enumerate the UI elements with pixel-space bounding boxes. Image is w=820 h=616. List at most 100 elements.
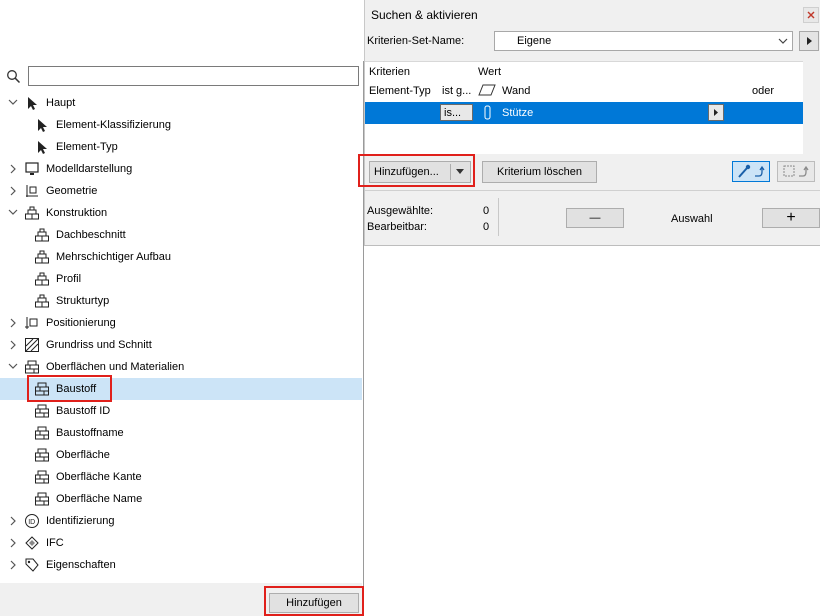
- chevron-right-icon[interactable]: [8, 158, 18, 180]
- material-icon: [35, 492, 49, 506]
- value-menu-button[interactable]: [708, 104, 724, 121]
- tree-item-label: IFC: [46, 537, 64, 549]
- tree-item[interactable]: Mehrschichtiger Aufbau: [0, 246, 362, 268]
- criteria-operator[interactable]: ist g...: [442, 85, 471, 97]
- search-input[interactable]: [28, 66, 359, 86]
- tree-item[interactable]: Grundriss und Schnitt: [0, 334, 362, 356]
- tree-item-label: Baustoff: [56, 383, 97, 395]
- tree-item[interactable]: Modelldarstellung: [0, 158, 362, 180]
- positioning-icon: [25, 317, 38, 329]
- tree-item[interactable]: Baustoffname: [0, 422, 362, 444]
- add-criteria-button[interactable]: Hinzufügen...: [369, 161, 471, 183]
- remove-from-selection-button[interactable]: —: [566, 208, 624, 228]
- tree-item-label: Identifizierung: [46, 515, 115, 527]
- tree-item[interactable]: Eigenschaften: [0, 554, 362, 576]
- selection-label: Auswahl: [671, 213, 713, 225]
- chevron-right-icon[interactable]: [8, 554, 18, 576]
- tree-item-label: Haupt: [46, 97, 76, 109]
- chevron-down-icon: [778, 38, 788, 44]
- criteria-list: Kriterien Wert Element-Typ ist g... Wand…: [365, 61, 803, 154]
- add-criteria-label: Hinzufügen...: [374, 166, 439, 178]
- column-icon: [484, 105, 491, 120]
- eyedropper-icon: [738, 164, 765, 178]
- tree-item[interactable]: Oberfläche Name: [0, 488, 362, 510]
- logic-operator[interactable]: oder: [752, 85, 774, 97]
- dropdown-arrow-icon[interactable]: [456, 169, 464, 175]
- tree-item-label: Konstruktion: [46, 207, 108, 219]
- tree-item[interactable]: Geometrie: [0, 180, 362, 202]
- cursor-icon: [38, 141, 47, 154]
- criteria-scrollbar[interactable]: [803, 61, 820, 153]
- tree-item-label: Oberfläche: [56, 449, 110, 461]
- add-to-selection-button[interactable]: +: [762, 208, 820, 228]
- vertical-divider: [498, 198, 499, 236]
- tree-item-label: Positionierung: [46, 317, 116, 329]
- material-icon: [25, 360, 39, 374]
- material-icon: [35, 426, 49, 440]
- bricks-icon: [25, 206, 39, 220]
- tree-item-label: Modelldarstellung: [46, 163, 133, 175]
- dialog-title: Suchen & aktivieren: [371, 8, 478, 22]
- tree-item[interactable]: Element-Klassifizierung: [0, 114, 362, 136]
- hatch-icon: [25, 338, 39, 352]
- wall-icon: [478, 84, 496, 96]
- tree-item-label: Eigenschaften: [46, 559, 116, 571]
- chevron-down-icon[interactable]: [8, 92, 18, 114]
- criteria-column-header: Kriterien: [369, 66, 410, 78]
- tree-item-label: Baustoff ID: [56, 405, 111, 417]
- criteria-set-menu-button[interactable]: [799, 31, 819, 51]
- criteria-value: Stütze: [502, 107, 534, 119]
- chevron-right-icon[interactable]: [8, 180, 18, 202]
- tree-item[interactable]: Positionierung: [0, 312, 362, 334]
- add-button[interactable]: Hinzufügen: [269, 593, 359, 613]
- bricks-icon: [35, 294, 49, 308]
- value-column-header: Wert: [478, 66, 502, 78]
- tree-item[interactable]: Konstruktion: [0, 202, 362, 224]
- tree-item-label: Strukturtyp: [56, 295, 110, 307]
- close-button[interactable]: [803, 7, 819, 23]
- split-divider: [450, 164, 451, 180]
- pick-tool-button[interactable]: [732, 161, 770, 182]
- bricks-icon: [35, 250, 49, 264]
- tree-item-label: Grundriss und Schnitt: [46, 339, 152, 351]
- criteria-set-select[interactable]: Eigene: [494, 31, 793, 51]
- selected-label: Ausgewählte:: [367, 205, 434, 217]
- tree-item[interactable]: Haupt: [0, 92, 362, 114]
- close-icon: [807, 11, 815, 19]
- delete-criteria-button[interactable]: Kriterium löschen: [482, 161, 597, 183]
- id-icon: ID: [25, 514, 39, 528]
- tree-item[interactable]: Baustoff: [0, 378, 362, 400]
- chevron-right-icon[interactable]: [8, 510, 18, 532]
- criteria-set-value: Eigene: [517, 35, 552, 47]
- material-icon: [35, 382, 49, 396]
- cursor-icon: [28, 97, 37, 110]
- geometry-icon: [26, 185, 38, 197]
- tree-item[interactable]: Oberflächen und Materialien: [0, 356, 362, 378]
- play-arrow-icon: [714, 109, 718, 116]
- cursor-icon: [38, 119, 47, 132]
- tree-item[interactable]: Oberfläche Kante: [0, 466, 362, 488]
- tree-item[interactable]: Profil: [0, 268, 362, 290]
- operator-select[interactable]: is...: [440, 104, 473, 121]
- tree-item[interactable]: Strukturtyp: [0, 290, 362, 312]
- chevron-right-icon[interactable]: [8, 312, 18, 334]
- bricks-icon: [35, 228, 49, 242]
- tree-item[interactable]: Element-Typ: [0, 136, 362, 158]
- material-icon: [35, 470, 49, 484]
- tree-item[interactable]: IFC: [0, 532, 362, 554]
- chevron-right-icon[interactable]: [8, 334, 18, 356]
- tree-item[interactable]: ID Identifizierung: [0, 510, 362, 532]
- criteria-row[interactable]: Element-Typ ist g... Wand oder: [365, 80, 803, 102]
- find-select-dialog: Suchen & aktivieren Kriterien-Set-Name: …: [358, 0, 820, 246]
- chevron-down-icon[interactable]: [8, 356, 18, 378]
- tree-item[interactable]: Oberfläche: [0, 444, 362, 466]
- chevron-right-icon[interactable]: [8, 532, 18, 554]
- search-row: [0, 66, 364, 88]
- tree-item[interactable]: Dachbeschnitt: [0, 224, 362, 246]
- criteria-row-selected[interactable]: is... Stütze: [365, 102, 803, 124]
- tree-item[interactable]: Baustoff ID: [0, 400, 362, 422]
- chevron-down-icon[interactable]: [8, 202, 18, 224]
- marquee-tool-button[interactable]: [777, 161, 815, 182]
- material-icon: [35, 448, 49, 462]
- tree-item-label: Geometrie: [46, 185, 98, 197]
